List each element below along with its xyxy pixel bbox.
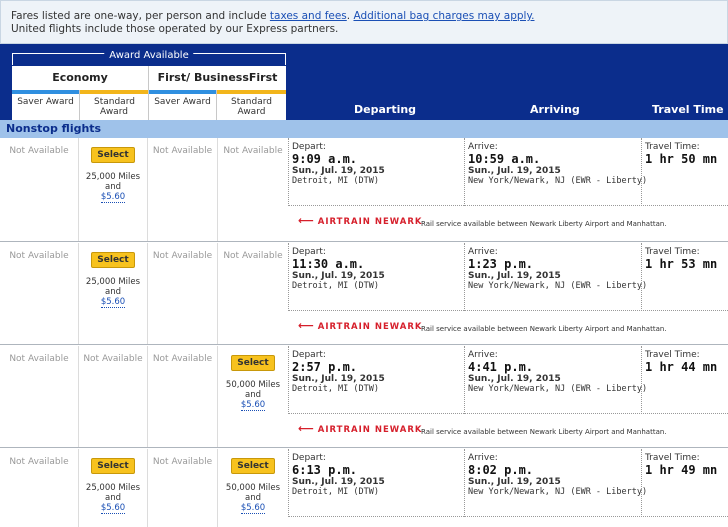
airtrain-logo[interactable]: ⟵ AIRTRAIN NEWARK <box>298 422 422 435</box>
departing-column-header[interactable]: Departing <box>354 103 416 116</box>
nonstop-flights-section: Nonstop flights <box>0 120 728 138</box>
travel-time-column-header[interactable]: Travel Time <box>652 103 724 116</box>
departure-info: Depart: 6:13 p.m. Sun., Jul. 19, 2015 De… <box>292 453 385 497</box>
departure-info: Depart: 9:09 a.m. Sun., Jul. 19, 2015 De… <box>292 142 385 186</box>
flight-row: Not Available Select 25,000 Miles and $5… <box>0 243 728 345</box>
eco-standard-cell: Select 25,000 Miles and $5.60 <box>79 138 148 241</box>
select-button[interactable]: Select <box>231 458 275 474</box>
eco-standard-cell: Not Available <box>79 346 148 447</box>
select-button[interactable]: Select <box>91 147 135 163</box>
fee-link[interactable]: $5.60 <box>100 192 126 203</box>
first-business-header: First/ BusinessFirst <box>149 66 286 90</box>
bag-charges-link[interactable]: Additional bag charges may apply. <box>353 10 534 22</box>
first-standard-cell: Select 50,000 Miles and $5.60 <box>218 346 288 447</box>
departure-info: Depart: 2:57 p.m. Sun., Jul. 19, 2015 De… <box>292 350 385 394</box>
arriving-column-header[interactable]: Arriving <box>530 103 580 116</box>
airtrain-arrow-icon: ⟵ <box>298 319 315 332</box>
departure-info: Depart: 11:30 a.m. Sun., Jul. 19, 2015 D… <box>292 247 385 291</box>
notice-express-text: United flights include those operated by… <box>11 23 339 35</box>
award-available-group: Award Available Economy First/ BusinessF… <box>12 50 286 129</box>
fee-link[interactable]: $5.60 <box>100 503 126 514</box>
arrival-info: Arrive: 10:59 a.m. Sun., Jul. 19, 2015 N… <box>468 142 648 186</box>
fee-link[interactable]: $5.60 <box>100 297 126 308</box>
award-available-label: Award Available <box>104 50 194 61</box>
eco-saver-cell: Not Available <box>0 346 79 447</box>
economy-header: Economy <box>12 66 149 90</box>
airtrain-logo[interactable]: ⟵ AIRTRAIN NEWARK <box>298 319 422 332</box>
first-saver-cell: Not Available <box>148 138 218 241</box>
results-header: Award Available Economy First/ BusinessF… <box>0 44 728 129</box>
flight-row: Not Available Select 25,000 Miles and $5… <box>0 138 728 242</box>
notice-text: Fares listed are one-way, per person and… <box>11 10 270 22</box>
fee-link[interactable]: $5.60 <box>240 400 266 411</box>
airtrain-banner: ⟵ AIRTRAIN NEWARK Rail service available … <box>298 422 667 436</box>
travel-time-info: Travel Time: 1 hr 49 mn <box>645 453 718 477</box>
fee-link[interactable]: $5.60 <box>240 503 266 514</box>
airtrain-arrow-icon: ⟵ <box>298 214 315 227</box>
first-standard-cell: Select 50,000 Miles and $5.60 <box>218 449 288 527</box>
flight-details: Depart: 9:09 a.m. Sun., Jul. 19, 2015 De… <box>288 138 728 206</box>
flight-details: Depart: 2:57 p.m. Sun., Jul. 19, 2015 De… <box>288 346 728 414</box>
first-standard-cell: Not Available <box>223 251 283 261</box>
arrival-info: Arrive: 1:23 p.m. Sun., Jul. 19, 2015 Ne… <box>468 247 648 291</box>
taxes-fees-link[interactable]: taxes and fees <box>270 10 347 22</box>
first-saver-cell: Not Available <box>148 346 218 447</box>
arrival-info: Arrive: 4:41 p.m. Sun., Jul. 19, 2015 Ne… <box>468 350 648 394</box>
flight-details: Depart: 11:30 a.m. Sun., Jul. 19, 2015 D… <box>288 243 728 311</box>
flight-row: Not Available Select 25,000 Miles and $5… <box>0 449 728 527</box>
airtrain-banner: ⟵ AIRTRAIN NEWARK Rail service available … <box>298 214 667 228</box>
eco-saver-cell: Not Available <box>0 449 79 527</box>
travel-time-info: Travel Time: 1 hr 50 mn <box>645 142 718 166</box>
airtrain-logo[interactable]: ⟵ AIRTRAIN NEWARK <box>298 214 422 227</box>
eco-saver-cell: Not Available <box>0 243 79 344</box>
first-saver-cell: Not Available <box>148 449 218 527</box>
select-button[interactable]: Select <box>91 458 135 474</box>
fare-notice: Fares listed are one-way, per person and… <box>0 0 728 44</box>
flight-details: Depart: 6:13 p.m. Sun., Jul. 19, 2015 De… <box>288 449 728 517</box>
eco-saver-cell: Not Available <box>0 138 79 241</box>
airtrain-banner: ⟵ AIRTRAIN NEWARK Rail service available … <box>298 319 667 333</box>
first-saver-cell: Not Available <box>148 243 218 344</box>
select-button[interactable]: Select <box>91 252 135 268</box>
arrival-info: Arrive: 8:02 p.m. Sun., Jul. 19, 2015 Ne… <box>468 453 648 497</box>
select-button[interactable]: Select <box>231 355 275 371</box>
travel-time-info: Travel Time: 1 hr 44 mn <box>645 350 718 374</box>
first-standard-cell: Not Available <box>223 146 283 156</box>
eco-standard-cell: Select 25,000 Miles and $5.60 <box>79 243 148 344</box>
eco-standard-cell: Select 25,000 Miles and $5.60 <box>79 449 148 527</box>
flight-row: Not Available Not Available Not Availabl… <box>0 346 728 448</box>
airtrain-arrow-icon: ⟵ <box>298 422 315 435</box>
travel-time-info: Travel Time: 1 hr 53 mn <box>645 247 718 271</box>
